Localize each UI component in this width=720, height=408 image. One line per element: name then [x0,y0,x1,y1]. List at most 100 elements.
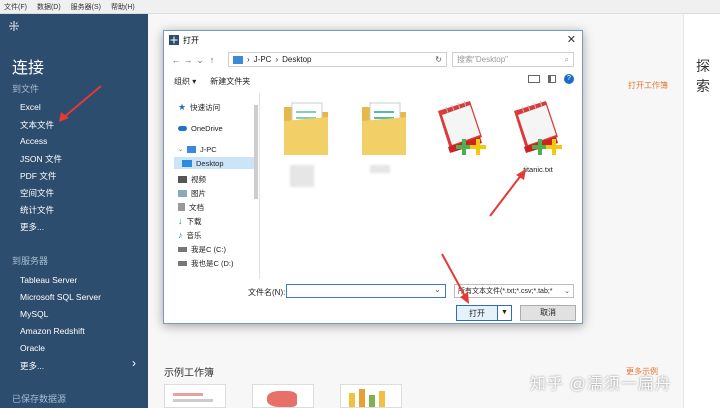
search-input[interactable]: 搜索"Desktop" ⌕ [452,52,574,67]
music-icon: ♪ [178,230,183,240]
sample-workbooks-heading: 示例工作簿 [164,368,214,379]
notepad-file-icon [514,100,562,155]
sample-thumbnail[interactable] [252,384,314,408]
desktop-icon [182,159,192,167]
tree-item-onedrive[interactable]: OneDrive [178,122,223,134]
folder-item[interactable] [270,97,342,187]
filename-label: 文件名(N): [248,288,286,297]
new-folder-button[interactable]: 新建文件夹 [210,76,250,87]
forward-icon[interactable]: → [182,55,194,65]
menu-data[interactable]: 数据(D) [37,2,61,12]
tableau-logo-icon [9,21,19,31]
open-button-label: 打开 [469,308,485,318]
tree-item-quick-access[interactable]: ★ 快速访问 [178,101,220,113]
dialog-titlebar: 打开 ✕ [164,31,582,49]
back-icon[interactable]: ← [170,55,182,65]
blurred-label [290,165,314,187]
connect-oracle[interactable]: Oracle [20,343,45,353]
connect-mysql[interactable]: MySQL [20,309,48,319]
to-server-heading: 到服务器 [12,256,49,266]
notepad-file-icon [438,100,486,155]
open-button[interactable]: 打开 ▼ [456,305,512,321]
to-file-heading: 到文件 [12,84,40,94]
discover-panel: 探索 [683,14,720,408]
menu-bar: 文件(F) 数据(D) 服务器(S) 帮助(H) [0,0,720,14]
refresh-icon[interactable]: ↻ [435,55,442,64]
blurred-label [370,165,390,173]
document-icon [178,203,185,211]
tree-item-drive-c[interactable]: 我是C (C:) [178,243,226,255]
connect-more-files[interactable]: 更多... [20,221,44,233]
connect-redshift[interactable]: Amazon Redshift [20,326,85,336]
filename-input[interactable] [286,284,446,298]
sample-thumbnail[interactable] [340,384,402,408]
search-icon: ⌕ [564,54,569,64]
navigation-pane: ★ 快速访问 OneDrive ⌄ J-PC Desktop 视频 图片 文档 [164,93,260,279]
help-icon[interactable]: ? [564,74,574,84]
connect-json[interactable]: JSON 文件 [20,153,62,165]
tree-item-documents[interactable]: 文档 [178,201,204,213]
connect-excel[interactable]: Excel [20,102,41,112]
search-placeholder: 搜索"Desktop" [457,55,509,64]
video-icon [178,175,187,183]
chevron-right-icon[interactable]: › [132,356,136,370]
preview-pane-icon[interactable] [548,75,556,83]
tree-item-this-pc[interactable]: ⌄ J-PC [178,143,217,155]
open-options-dropdown[interactable]: ▼ [497,306,511,320]
connect-more-servers[interactable]: 更多... [20,360,44,372]
connect-tableau-server[interactable]: Tableau Server [20,275,77,285]
connect-statistical[interactable]: 统计文件 [20,204,54,216]
filetype-select[interactable]: 所有文本文件(*.txt;*.csv;*.tab;* ⌄ [454,284,574,298]
chevron-down-icon: ⌄ [564,288,570,295]
sample-thumbnail[interactable] [164,384,226,408]
computer-icon [187,145,197,153]
folder-icon [284,102,328,155]
menu-help[interactable]: 帮助(H) [111,2,135,12]
drive-icon [178,246,187,252]
up-icon[interactable]: ↑ [206,55,218,65]
chevron-down-icon: ⌄ [178,146,184,153]
file-list: titanic.txt [264,93,580,279]
connect-pdf[interactable]: PDF 文件 [20,170,56,182]
navigation-scrollbar[interactable] [253,97,259,275]
menu-file[interactable]: 文件(F) [4,2,27,12]
chevron-right-icon: › [247,55,250,64]
path-current[interactable]: Desktop [282,55,311,64]
download-icon: ↓ [178,216,183,226]
star-icon: ★ [178,101,187,112]
annotation-arrow [489,169,526,217]
connect-title: 连接 [12,60,45,77]
tree-item-videos[interactable]: 视频 [178,173,206,185]
path-root[interactable]: J-PC [254,55,272,64]
view-options-icon[interactable] [528,75,540,83]
connect-sidebar: 连接 到文件 Excel 文本文件 Access JSON 文件 PDF 文件 … [0,14,148,408]
tree-item-pictures[interactable]: 图片 [178,187,206,199]
recent-dropdown-icon[interactable]: ⌄ [194,55,206,66]
tree-item-downloads[interactable]: ↓ 下载 [178,215,202,227]
tree-item-desktop[interactable]: Desktop [174,157,258,169]
explore-heading: 探索 [696,58,710,94]
connect-text-file[interactable]: 文本文件 [20,119,54,131]
cloud-icon [178,125,187,131]
close-icon[interactable]: ✕ [567,33,576,46]
cancel-button[interactable]: 取消 [520,305,576,321]
folder-item[interactable] [348,97,420,181]
tableau-logo-icon [169,35,179,45]
dialog-title: 打开 [183,35,199,45]
tree-item-music[interactable]: ♪ 音乐 [178,229,202,241]
open-workbook-link[interactable]: 打开工作簿 [628,80,668,91]
tree-item-drive-d[interactable]: 我也是C (D:) [178,257,234,269]
folder-icon [362,102,406,155]
connect-spatial[interactable]: 空间文件 [20,187,54,199]
dialog-footer: 文件名(N): ⌄ 所有文本文件(*.txt;*.csv;*.tab;* ⌄ 打… [164,281,582,325]
saved-sources-heading: 已保存数据源 [12,394,67,404]
address-bar[interactable]: › J-PC › Desktop ↻ [228,52,447,67]
menu-server[interactable]: 服务器(S) [71,2,101,12]
annotation-arrow [441,253,469,304]
drive-icon [178,260,187,266]
watermark-text: 知乎 @濡须一扁舟 [530,376,672,393]
connect-access[interactable]: Access [20,136,47,146]
organize-button[interactable]: 组织 ▾ [174,76,196,87]
scrollbar-thumb[interactable] [254,105,258,199]
connect-sql-server[interactable]: Microsoft SQL Server [20,292,101,302]
